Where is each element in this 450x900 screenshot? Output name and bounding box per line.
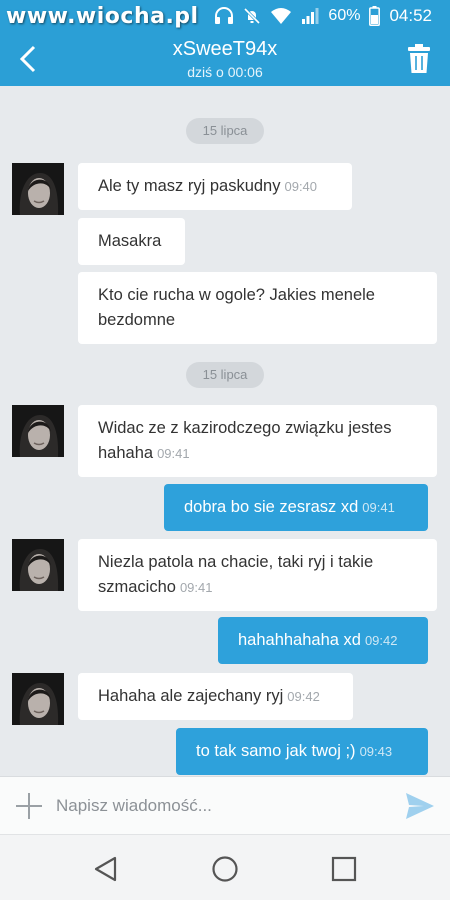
message-text: hahahhahaha xd — [238, 631, 361, 649]
watermark: www.wiocha.pl — [6, 4, 199, 29]
incoming-message: Hahaha ale zajechany ryj 09:42 — [78, 673, 353, 720]
incoming-message: Ale ty masz ryj paskudny 09:40 — [78, 163, 352, 210]
battery-icon — [369, 6, 381, 26]
contact-avatar[interactable] — [12, 405, 64, 457]
wifi-icon — [270, 7, 292, 25]
nav-home-button[interactable] — [211, 855, 239, 883]
message-time: 09:40 — [284, 179, 318, 194]
message-composer — [0, 776, 450, 834]
message-time: 09:42 — [287, 689, 320, 704]
message-text: to tak samo jak twoj ;) — [196, 742, 356, 760]
recents-square-icon — [331, 856, 357, 882]
message-text: Ale ty masz ryj paskudny — [98, 177, 281, 195]
message-time: 09:41 — [157, 446, 190, 461]
battery-percent: 60% — [328, 7, 361, 24]
status-bar: www.wiocha.pl 60% 04:52 — [0, 0, 450, 32]
plus-icon — [16, 793, 42, 819]
incoming-message: Widac ze z kazirodczego związku jestes h… — [78, 405, 437, 477]
headphones-icon — [214, 7, 234, 25]
last-seen: dziś o 00:06 — [187, 64, 263, 80]
home-circle-icon — [212, 856, 238, 882]
message-time: 09:41 — [179, 580, 213, 595]
message-input[interactable] — [56, 789, 386, 823]
date-separator: 15 lipca — [186, 362, 264, 388]
message-time: 09:41 — [362, 500, 395, 515]
nav-back-button[interactable] — [92, 855, 120, 883]
attach-button[interactable] — [14, 791, 44, 821]
back-triangle-icon — [94, 856, 117, 882]
send-icon — [406, 793, 434, 819]
incoming-message: Niezla patola na chacie, taki ryj i taki… — [78, 539, 437, 611]
send-button[interactable] — [404, 791, 436, 821]
trash-icon — [408, 44, 430, 73]
chat-header: xSweeT94x dziś o 00:06 — [0, 32, 450, 86]
message-text: Niezla patola na chacie, taki ryj i taki… — [98, 553, 374, 596]
message-time: 09:43 — [359, 744, 393, 759]
message-text: Kto cie rucha w ogole? Jakies menele bez… — [98, 286, 375, 329]
message-list[interactable]: 15 lipca Ale ty masz ryj paskudny 09:40 M… — [0, 86, 450, 776]
contact-name: xSweeT94x — [172, 38, 278, 60]
date-separator: 15 lipca — [186, 118, 264, 144]
message-time: 09:42 — [364, 633, 398, 648]
contact-avatar[interactable] — [12, 673, 64, 725]
message-text: Masakra — [98, 232, 162, 250]
status-icons: 60% 04:52 — [214, 5, 432, 27]
outgoing-message: hahahhahaha xd 09:42 — [218, 617, 428, 664]
delete-conversation-button[interactable] — [404, 42, 434, 76]
contact-avatar[interactable] — [12, 163, 64, 215]
contact-avatar[interactable] — [12, 539, 64, 591]
message-text: Hahaha ale zajechany ryj — [98, 687, 284, 705]
message-text: Widac ze z kazirodczego związku jestes h… — [98, 419, 392, 462]
outgoing-message: dobra bo sie zesrasz xd 09:41 — [164, 484, 428, 531]
system-nav-bar — [0, 834, 450, 900]
message-text: dobra bo sie zesrasz xd — [184, 498, 359, 516]
signal-icon — [301, 7, 319, 25]
mute-icon — [243, 7, 261, 25]
incoming-message: Masakra — [78, 218, 185, 265]
nav-recents-button[interactable] — [330, 855, 358, 883]
status-time: 04:52 — [389, 6, 432, 25]
outgoing-message: to tak samo jak twoj ;) 09:43 — [176, 728, 428, 775]
incoming-message: Kto cie rucha w ogole? Jakies menele bez… — [78, 272, 437, 344]
